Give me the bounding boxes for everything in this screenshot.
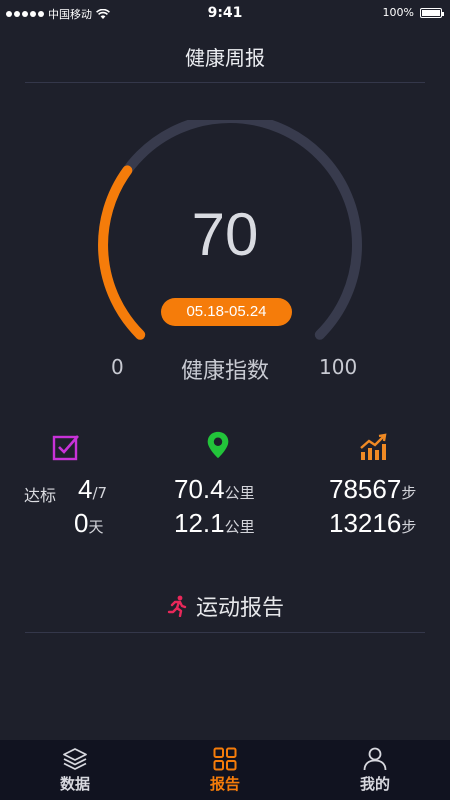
tab-mine[interactable]: 我的 <box>300 740 450 800</box>
sport-report-title: 运动报告 <box>195 596 284 621</box>
tab-report[interactable]: 报告 <box>150 740 300 800</box>
running-person-icon <box>167 595 187 617</box>
battery-percent: 100% <box>382 6 414 19</box>
trend-chart-icon <box>360 433 387 460</box>
target-total: /7 <box>92 484 108 502</box>
steps-unit-2: 步 <box>401 518 417 536</box>
status-right: 100% <box>382 6 444 19</box>
gauge-max-label: 100 <box>319 355 358 379</box>
header-divider <box>25 82 425 83</box>
target-label: 达标 <box>24 486 57 505</box>
health-score: 70 <box>191 201 259 268</box>
tab-report-label: 报告 <box>209 774 240 793</box>
target-days: 0天 <box>74 508 103 539</box>
steps-primary: 78567步 <box>329 474 416 505</box>
steps-value-2: 13216 <box>329 508 402 538</box>
check-square-icon <box>52 435 79 461</box>
date-range-badge[interactable]: 05.18-05.24 <box>161 298 292 326</box>
sport-report-header[interactable]: 运动报告 <box>0 590 450 622</box>
tab-data[interactable]: 数据 <box>0 740 150 800</box>
layers-icon <box>63 747 87 770</box>
distance-value-2: 12.1 <box>174 508 225 538</box>
distance-unit-1: 公里 <box>224 484 255 502</box>
tab-data-label: 数据 <box>59 774 90 793</box>
distance-value-1: 70.4 <box>174 474 225 504</box>
distance-secondary: 12.1公里 <box>174 508 255 539</box>
location-pin-icon <box>207 431 229 459</box>
battery-icon <box>420 7 444 18</box>
target-days-value: 0 <box>74 508 89 538</box>
gauge-title: 健康指数 <box>180 359 269 384</box>
user-icon <box>363 747 387 770</box>
steps-value-1: 78567 <box>329 474 402 504</box>
grid-icon <box>213 747 237 770</box>
target-value: 4/7 <box>78 474 107 505</box>
distance-primary: 70.4公里 <box>174 474 255 505</box>
target-days-unit: 天 <box>88 518 104 536</box>
tab-bar: 数据 报告 我的 <box>0 740 450 800</box>
status-bar: 中国移动 9:41 100% <box>0 0 450 28</box>
report-divider <box>25 632 425 633</box>
distance-unit-2: 公里 <box>224 518 255 536</box>
steps-unit-1: 步 <box>401 484 417 502</box>
steps-secondary: 13216步 <box>329 508 416 539</box>
page-title: 健康周报 <box>185 46 265 70</box>
tab-mine-label: 我的 <box>359 774 390 793</box>
target-count: 4 <box>78 474 93 504</box>
